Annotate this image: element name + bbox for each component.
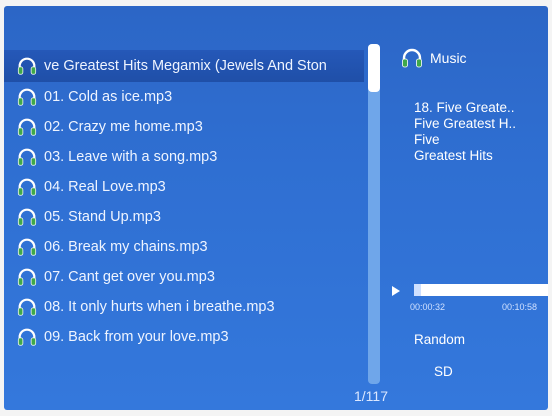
track-info-line: Five	[414, 132, 440, 147]
playlist-item-label: 08. It only hurts when i breathe.mp3	[44, 299, 275, 315]
playlist-item[interactable]: 03. Leave with a song.mp3	[4, 142, 366, 172]
scrollbar-thumb[interactable]	[368, 44, 380, 92]
playlist-item-label: 04. Real Love.mp3	[44, 179, 166, 195]
headphones-icon	[17, 328, 37, 346]
music-title: Music	[430, 50, 467, 66]
player-screen: ve Greatest Hits Megamix (Jewels And Sto…	[4, 6, 548, 410]
playlist-item[interactable]: 01. Cold as ice.mp3	[4, 82, 366, 112]
headphones-icon	[17, 238, 37, 256]
headphones-icon	[17, 298, 37, 316]
track-info: 18. Five Greate.. Five Greatest H.. Five…	[414, 100, 516, 164]
track-info-line: Five Greatest H..	[414, 116, 517, 131]
music-header: Music	[400, 46, 467, 70]
playlist-item[interactable]: 02. Crazy me home.mp3	[4, 112, 366, 142]
playlist-item[interactable]: 04. Real Love.mp3	[4, 172, 366, 202]
playlist-item-label: 07. Cant get over you.mp3	[44, 269, 215, 285]
headphones-icon	[17, 148, 37, 166]
play-icon[interactable]	[392, 286, 400, 296]
headphones-icon	[17, 268, 37, 286]
play-mode[interactable]: Random	[414, 332, 465, 347]
playlist-item-label: 06. Break my chains.mp3	[44, 239, 208, 255]
playlist-item[interactable]: 05. Stand Up.mp3	[4, 202, 366, 232]
playlist-item[interactable]: ve Greatest Hits Megamix (Jewels And Sto…	[4, 50, 364, 82]
playlist-item[interactable]: 07. Cant get over you.mp3	[4, 262, 366, 292]
headphones-icon	[17, 178, 37, 196]
playlist-item[interactable]: 09. Back from your love.mp3	[4, 322, 366, 352]
track-info-line: Greatest Hits	[414, 148, 493, 163]
now-playing-panel: Music 18. Five Greate.. Five Greatest H.…	[392, 6, 548, 410]
progress-bar[interactable]	[414, 284, 548, 296]
playlist-scrollbar[interactable]	[368, 44, 380, 384]
headphones-icon	[17, 57, 37, 75]
playlist-item-label: 09. Back from your love.mp3	[44, 329, 229, 345]
playlist-item-label: 01. Cold as ice.mp3	[44, 89, 173, 105]
playlist-item-label: ve Greatest Hits Megamix (Jewels And Sto…	[44, 58, 327, 74]
playlist: ve Greatest Hits Megamix (Jewels And Sto…	[4, 50, 366, 352]
time-total: 00:10:58	[502, 302, 538, 312]
headphones-icon	[17, 208, 37, 226]
playlist-item-label: 03. Leave with a song.mp3	[44, 149, 218, 165]
source-label[interactable]: SD	[434, 364, 453, 379]
track-info-line: 18. Five Greate..	[414, 100, 515, 115]
progress-fill	[414, 284, 421, 296]
playlist-item-label: 05. Stand Up.mp3	[44, 209, 161, 225]
headphones-icon	[402, 48, 422, 68]
headphones-icon	[17, 118, 37, 136]
headphones-icon	[17, 88, 37, 106]
playlist-item[interactable]: 06. Break my chains.mp3	[4, 232, 366, 262]
playlist-item[interactable]: 08. It only hurts when i breathe.mp3	[4, 292, 366, 322]
time-current: 00:00:32	[410, 302, 446, 312]
playlist-item-label: 02. Crazy me home.mp3	[44, 119, 203, 135]
